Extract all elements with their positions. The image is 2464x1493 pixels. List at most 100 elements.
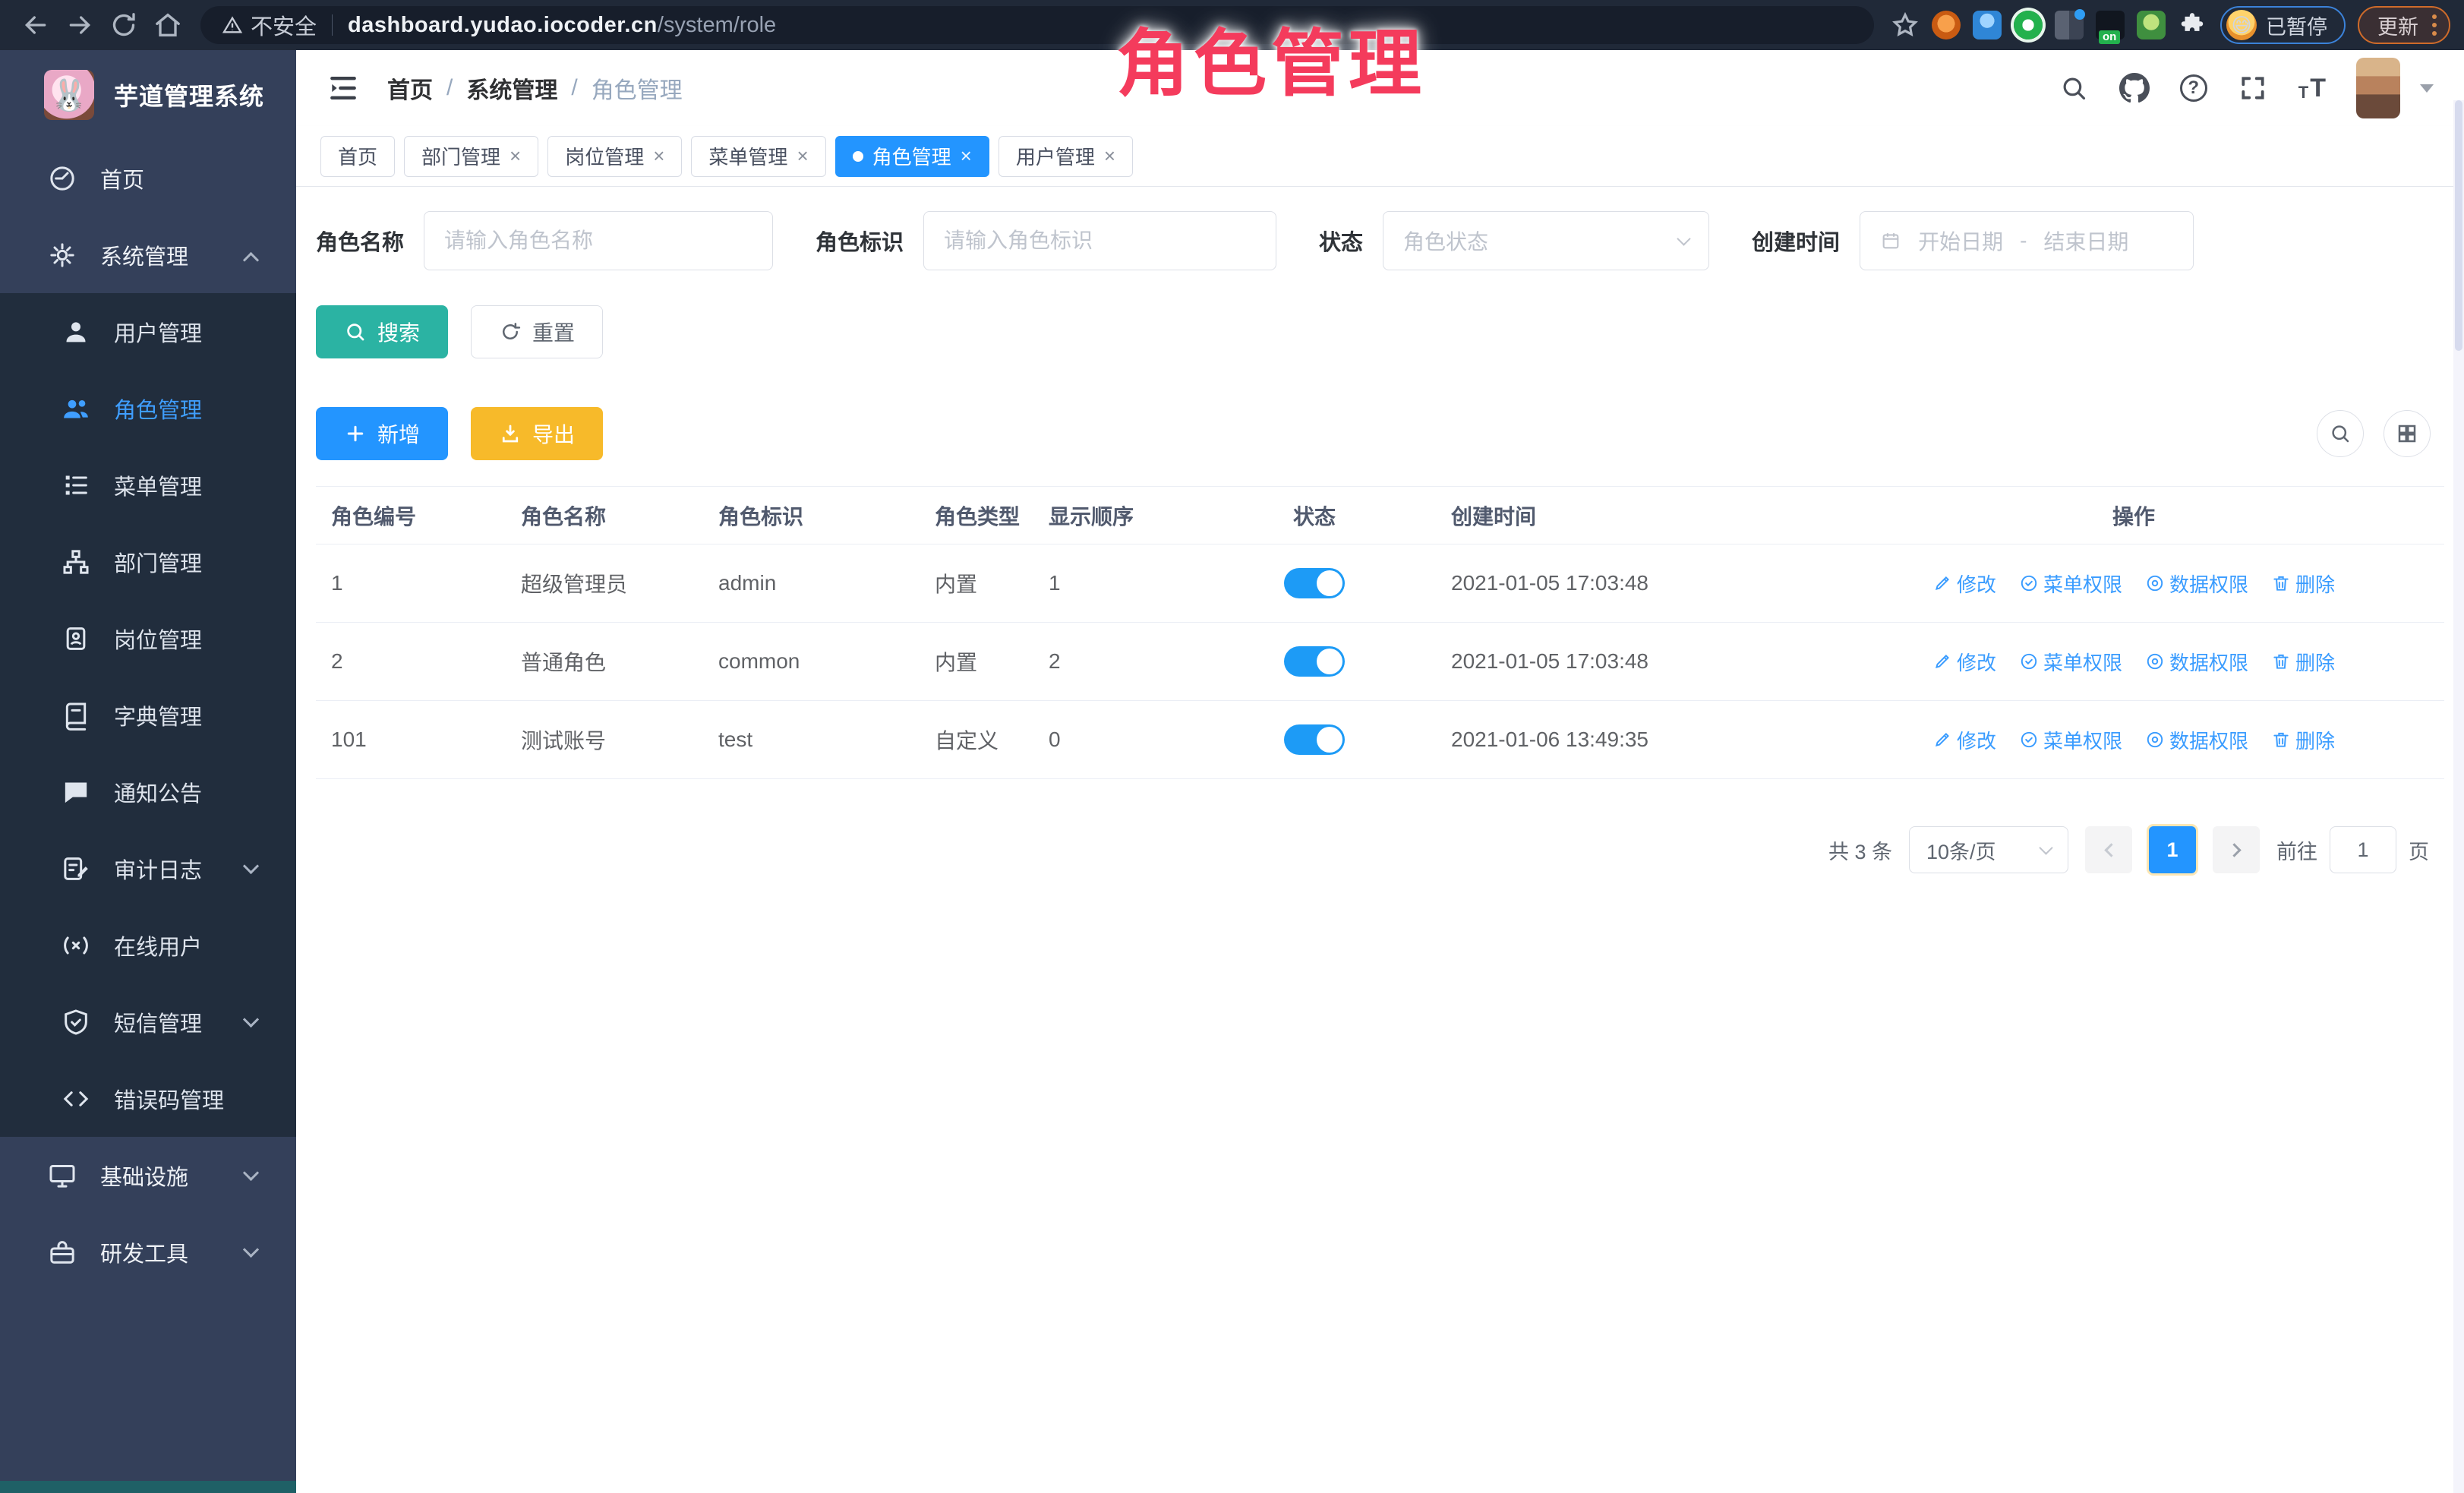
browser-update-button[interactable]: 更新 bbox=[2358, 6, 2450, 44]
reset-button[interactable]: 重置 bbox=[471, 305, 603, 358]
avatar-caret-icon[interactable] bbox=[2420, 84, 2434, 93]
tab-close-icon[interactable] bbox=[1104, 144, 1115, 168]
menu-tree-icon bbox=[61, 470, 91, 500]
sidebar-item-audit-log[interactable]: 审计日志 bbox=[0, 830, 296, 907]
tab-roles-active[interactable]: 角色管理 bbox=[835, 136, 989, 177]
sidebar: 芋道管理系统 首页 系统管理 用户管理 角色管理 菜单管理 bbox=[0, 50, 296, 1493]
edit-link[interactable]: 修改 bbox=[1932, 726, 1996, 754]
tab-close-icon[interactable] bbox=[797, 144, 808, 168]
annotation-overlay-title: 角色管理 bbox=[1116, 5, 1426, 110]
help-icon[interactable] bbox=[2180, 74, 2207, 102]
window-scrollbar[interactable] bbox=[2453, 100, 2464, 1493]
data-permission-link[interactable]: 数据权限 bbox=[2145, 648, 2248, 676]
browser-reload-icon[interactable] bbox=[109, 10, 139, 40]
date-range-picker[interactable]: 开始日期 - 结束日期 bbox=[1860, 211, 2194, 270]
toolbox-icon bbox=[47, 1237, 77, 1267]
sidebar-collapse-icon[interactable] bbox=[327, 71, 360, 105]
browser-profile-chip[interactable]: 已暂停 bbox=[2220, 6, 2346, 44]
sidebar-item-roles[interactable]: 角色管理 bbox=[0, 370, 296, 447]
github-icon[interactable] bbox=[2119, 73, 2150, 103]
browser-back-icon[interactable] bbox=[21, 10, 51, 40]
tab-departments[interactable]: 部门管理 bbox=[404, 136, 538, 177]
breadcrumb-home[interactable]: 首页 bbox=[387, 71, 433, 105]
address-bar[interactable]: 不安全 dashboard.yudao.iocoder.cn /system/r… bbox=[200, 6, 1874, 44]
browser-menu-kebab-icon[interactable] bbox=[2432, 14, 2437, 36]
menu-permission-link[interactable]: 菜单权限 bbox=[2019, 648, 2122, 676]
status-toggle[interactable] bbox=[1284, 568, 1345, 598]
extension-switch-on-icon[interactable] bbox=[2096, 11, 2125, 39]
tab-users[interactable]: 用户管理 bbox=[999, 136, 1133, 177]
sidebar-item-dev-tools[interactable]: 研发工具 bbox=[0, 1214, 296, 1290]
scrollbar-thumb[interactable] bbox=[2455, 100, 2462, 351]
font-size-icon[interactable] bbox=[2298, 75, 2326, 101]
sidebar-item-sms[interactable]: 短信管理 bbox=[0, 983, 296, 1060]
tab-close-icon[interactable] bbox=[653, 144, 664, 168]
goto-page-input[interactable] bbox=[2330, 826, 2396, 873]
delete-link[interactable]: 删除 bbox=[2271, 570, 2335, 598]
sidebar-item-home[interactable]: 首页 bbox=[0, 140, 296, 216]
extension-green-check-icon[interactable] bbox=[2014, 11, 2043, 39]
status-select[interactable]: 角色状态 bbox=[1383, 211, 1709, 270]
data-permission-link[interactable]: 数据权限 bbox=[2145, 570, 2248, 598]
edit-link[interactable]: 修改 bbox=[1932, 570, 1996, 598]
sidebar-item-departments[interactable]: 部门管理 bbox=[0, 523, 296, 600]
extension-grid-icon[interactable] bbox=[2055, 11, 2084, 39]
toggle-search-button[interactable] bbox=[2317, 410, 2364, 457]
sidebar-item-label: 审计日志 bbox=[114, 853, 202, 885]
tab-home[interactable]: 首页 bbox=[320, 136, 395, 177]
search-actions: 搜索 重置 bbox=[316, 305, 2444, 358]
sidebar-item-online-users[interactable]: 在线用户 bbox=[0, 907, 296, 983]
next-page-button[interactable] bbox=[2213, 826, 2260, 873]
tab-close-icon[interactable] bbox=[961, 144, 972, 168]
tab-posts[interactable]: 岗位管理 bbox=[547, 136, 682, 177]
page-size-select[interactable]: 10条/页 bbox=[1909, 826, 2068, 873]
status-toggle[interactable] bbox=[1284, 724, 1345, 755]
extensions-puzzle-icon[interactable] bbox=[2178, 11, 2207, 39]
tab-close-icon[interactable] bbox=[510, 144, 521, 168]
tab-label: 岗位管理 bbox=[565, 142, 644, 170]
browser-home-icon[interactable] bbox=[153, 10, 183, 40]
app-logo-row[interactable]: 芋道管理系统 bbox=[0, 50, 296, 140]
status-toggle[interactable] bbox=[1284, 646, 1345, 677]
bookmark-star-icon[interactable] bbox=[1891, 11, 1920, 39]
extension-monkey-icon[interactable] bbox=[2137, 11, 2166, 39]
sidebar-item-infrastructure[interactable]: 基础设施 bbox=[0, 1137, 296, 1214]
menu-permission-link[interactable]: 菜单权限 bbox=[2019, 726, 2122, 754]
sidebar-item-menus[interactable]: 菜单管理 bbox=[0, 447, 296, 523]
not-secure-warning[interactable]: 不安全 bbox=[222, 9, 317, 41]
sidebar-item-users[interactable]: 用户管理 bbox=[0, 293, 296, 370]
data-permission-link[interactable]: 数据权限 bbox=[2145, 726, 2248, 754]
sidebar-item-dictionary[interactable]: 字典管理 bbox=[0, 677, 296, 753]
sidebar-item-posts[interactable]: 岗位管理 bbox=[0, 600, 296, 677]
add-button[interactable]: 新增 bbox=[316, 407, 448, 460]
role-name-input[interactable] bbox=[444, 229, 752, 253]
sidebar-item-error-codes[interactable]: 错误码管理 bbox=[0, 1060, 296, 1137]
browser-forward-icon[interactable] bbox=[65, 10, 95, 40]
extension-adblock-icon[interactable] bbox=[1932, 11, 1961, 39]
extension-vpn-icon[interactable] bbox=[1973, 11, 2002, 39]
sidebar-item-notices[interactable]: 通知公告 bbox=[0, 753, 296, 830]
header-search-icon[interactable] bbox=[2059, 73, 2089, 103]
page-number-current[interactable]: 1 bbox=[2149, 826, 2196, 873]
user-icon bbox=[61, 317, 91, 347]
user-avatar[interactable] bbox=[2356, 58, 2400, 118]
role-code-input[interactable] bbox=[944, 229, 1256, 253]
column-settings-button[interactable] bbox=[2384, 410, 2431, 457]
role-name: 超级管理员 bbox=[498, 568, 696, 598]
menu-permission-link[interactable]: 菜单权限 bbox=[2019, 570, 2122, 598]
sidebar-submenu-system: 用户管理 角色管理 菜单管理 部门管理 岗位管理 字典管理 bbox=[0, 293, 296, 1137]
edit-link[interactable]: 修改 bbox=[1932, 648, 1996, 676]
profile-avatar-icon bbox=[2226, 10, 2257, 40]
export-button[interactable]: 导出 bbox=[471, 407, 603, 460]
fullscreen-icon[interactable] bbox=[2238, 73, 2268, 103]
tab-menus[interactable]: 菜单管理 bbox=[691, 136, 825, 177]
search-button[interactable]: 搜索 bbox=[316, 305, 448, 358]
breadcrumb-system[interactable]: 系统管理 bbox=[466, 71, 557, 105]
sidebar-item-system[interactable]: 系统管理 bbox=[0, 216, 296, 293]
prev-page-button[interactable] bbox=[2085, 826, 2132, 873]
search-icon bbox=[344, 320, 367, 343]
created-time: 2021-01-05 17:03:48 bbox=[1428, 649, 1823, 674]
delete-link[interactable]: 删除 bbox=[2271, 726, 2335, 754]
delete-link[interactable]: 删除 bbox=[2271, 648, 2335, 676]
search-button-label: 搜索 bbox=[377, 317, 420, 347]
